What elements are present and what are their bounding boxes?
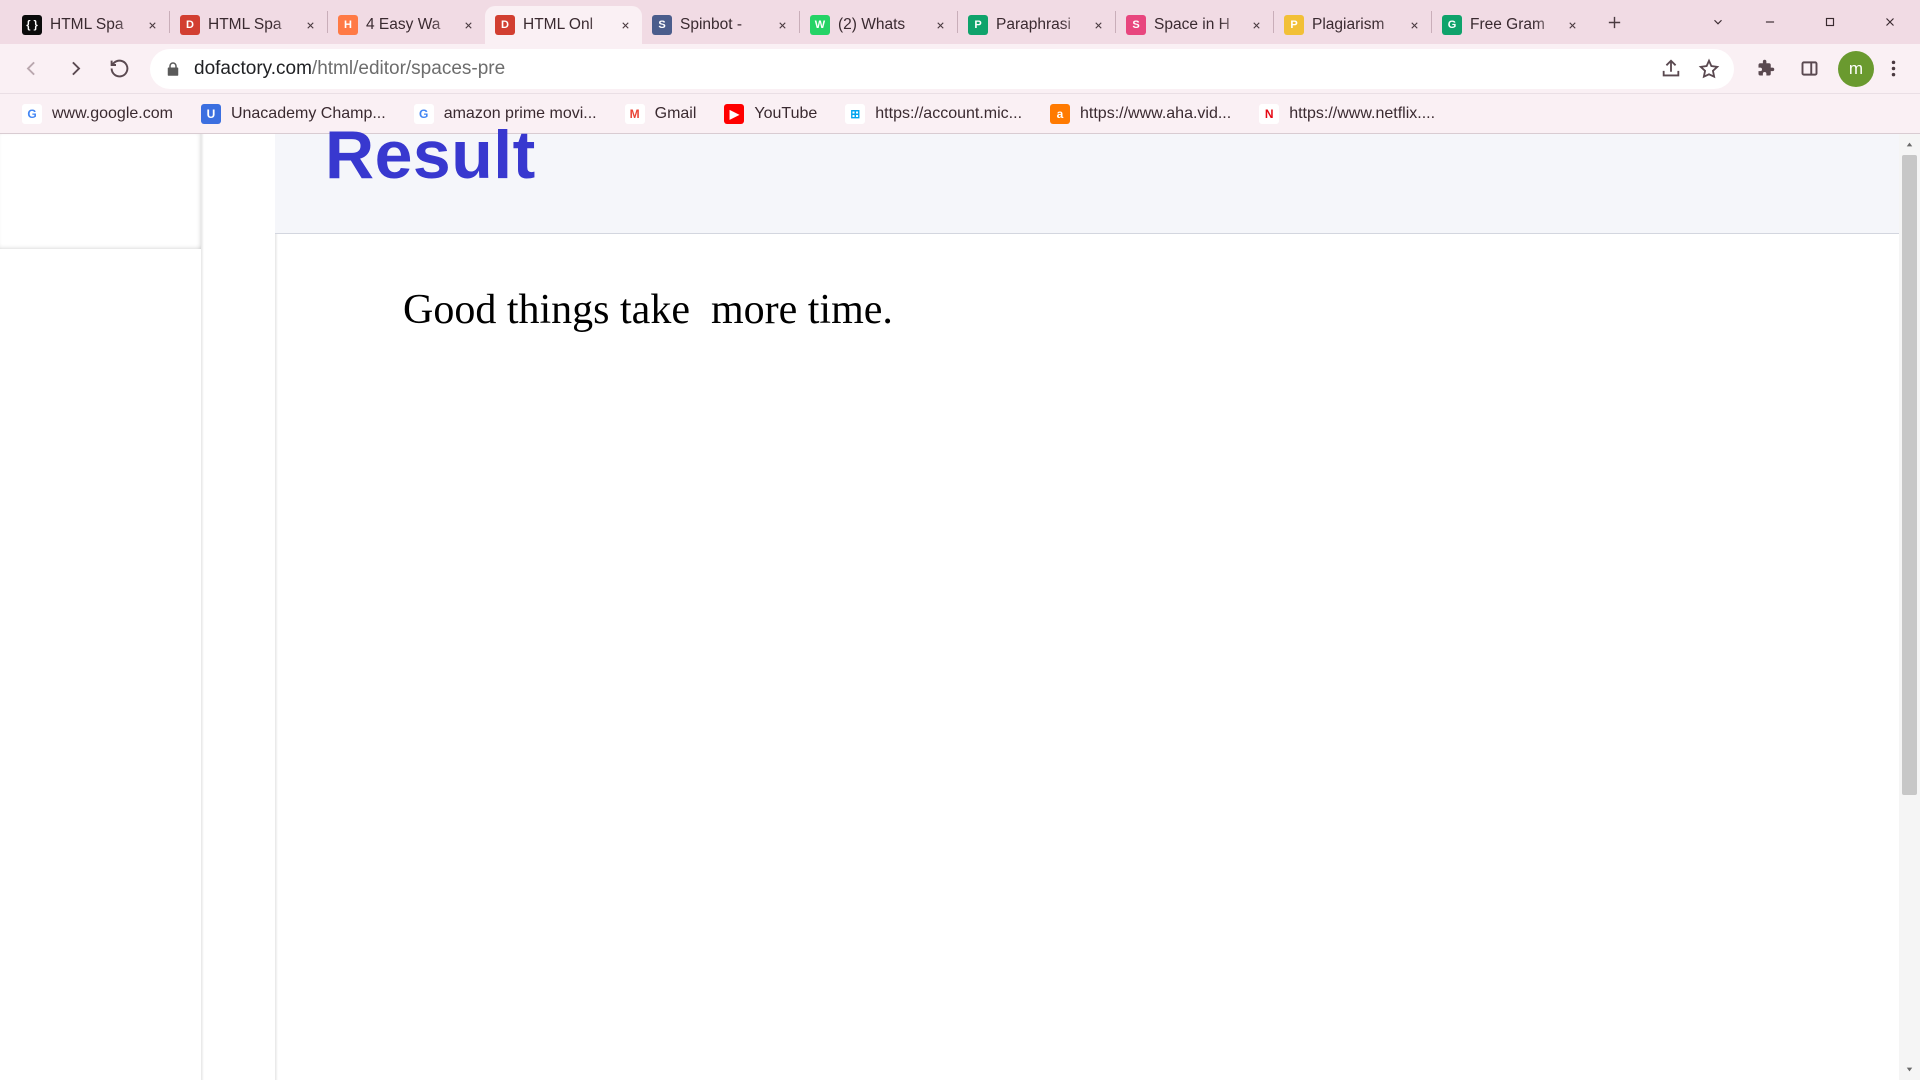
tab-close-button[interactable] <box>931 16 949 34</box>
bookmark-label: https://www.aha.vid... <box>1080 105 1231 123</box>
address-bar[interactable]: dofactory.com/html/editor/spaces-pre <box>150 49 1734 89</box>
tab-title: Paraphrasi <box>996 16 1089 34</box>
bookmarks-bar: Gwww.google.comUUnacademy Champ...Gamazo… <box>0 94 1920 134</box>
new-tab-button[interactable] <box>1597 5 1631 39</box>
tab-close-button[interactable] <box>143 16 161 34</box>
extensions-button[interactable] <box>1744 48 1786 90</box>
bookmark-favicon: G <box>22 104 42 124</box>
tab-title: HTML Spa <box>50 16 143 34</box>
bookmark-favicon: U <box>201 104 221 124</box>
tab-favicon: H <box>338 15 358 35</box>
browser-tab[interactable]: G Free Gram <box>1432 6 1589 44</box>
bookmark-item[interactable]: ⊞ https://account.mic... <box>833 97 1034 131</box>
editor-collapsed-panel <box>0 134 201 249</box>
bookmark-favicon: ⊞ <box>845 104 865 124</box>
tab-close-button[interactable] <box>1089 16 1107 34</box>
tab-strip: { } HTML Spa D HTML Spa H 4 Easy Wa D HTML Onl S… <box>0 0 1920 44</box>
tab-favicon: { } <box>22 15 42 35</box>
tab-favicon: W <box>810 15 830 35</box>
chrome-menu-button[interactable] <box>1876 48 1910 90</box>
bookmark-favicon: M <box>625 104 645 124</box>
window-minimize-button[interactable] <box>1740 0 1800 44</box>
vertical-scrollbar[interactable] <box>1899 134 1920 1080</box>
tab-title: Free Gram <box>1470 16 1563 34</box>
browser-tab[interactable]: D HTML Onl <box>485 6 642 44</box>
bookmark-star-icon[interactable] <box>1698 58 1720 80</box>
url-text: dofactory.com/html/editor/spaces-pre <box>194 58 1644 80</box>
share-icon[interactable] <box>1660 58 1682 80</box>
browser-tab[interactable]: { } HTML Spa <box>12 6 169 44</box>
tab-title: HTML Onl <box>523 16 616 34</box>
avatar-initial: m <box>1849 59 1863 79</box>
tab-close-button[interactable] <box>773 16 791 34</box>
bookmark-favicon: a <box>1050 104 1070 124</box>
tab-favicon: P <box>1284 15 1304 35</box>
bookmark-item[interactable]: Nhttps://www.netflix.... <box>1247 97 1447 131</box>
bookmark-item[interactable]: a https://www.aha.vid... <box>1038 97 1243 131</box>
bookmark-favicon: ▶ <box>724 104 744 124</box>
bookmark-item[interactable]: Gwww.google.com <box>10 97 185 131</box>
page-viewport: Result Good things take more time. <box>0 134 1920 1080</box>
tab-close-button[interactable] <box>301 16 319 34</box>
tab-title: (2) Whats <box>838 16 931 34</box>
browser-tab[interactable]: D HTML Spa <box>170 6 327 44</box>
tab-close-button[interactable] <box>1563 16 1581 34</box>
tab-close-button[interactable] <box>1247 16 1265 34</box>
tab-title: Spinbot - <box>680 16 773 34</box>
tab-favicon: P <box>968 15 988 35</box>
bookmark-label: YouTube <box>754 105 817 123</box>
toolbar: dofactory.com/html/editor/spaces-pre m <box>0 44 1920 94</box>
tab-title: HTML Spa <box>208 16 301 34</box>
tab-favicon: D <box>180 15 200 35</box>
tab-favicon: D <box>495 15 515 35</box>
window-maximize-button[interactable] <box>1800 0 1860 44</box>
browser-tab[interactable]: S Spinbot - <box>642 6 799 44</box>
back-button[interactable] <box>10 48 52 90</box>
tab-close-button[interactable] <box>459 16 477 34</box>
browser-tab[interactable]: S Space in H <box>1116 6 1273 44</box>
bookmark-item[interactable]: ▶ YouTube <box>712 97 829 131</box>
window-close-button[interactable] <box>1860 0 1920 44</box>
result-output-text: Good things take more time. <box>275 234 1902 334</box>
reload-button[interactable] <box>98 48 140 90</box>
tab-favicon: S <box>652 15 672 35</box>
browser-tab[interactable]: W (2) Whats <box>800 6 957 44</box>
tab-close-button[interactable] <box>1405 16 1423 34</box>
scroll-down-arrow-icon[interactable] <box>1899 1059 1920 1080</box>
tab-favicon: S <box>1126 15 1146 35</box>
bookmark-label: https://account.mic... <box>875 105 1022 123</box>
browser-tab[interactable]: P Plagiarism <box>1274 6 1431 44</box>
browser-tab[interactable]: H 4 Easy Wa <box>328 6 485 44</box>
bookmark-favicon: N <box>1259 104 1279 124</box>
tab-title: Space in H <box>1154 16 1247 34</box>
result-heading: Result <box>325 128 536 182</box>
bookmark-item[interactable]: M Gmail <box>613 97 709 131</box>
tab-title: Plagiarism <box>1312 16 1405 34</box>
tab-close-button[interactable] <box>616 16 634 34</box>
bookmark-label: https://www.netflix.... <box>1289 105 1435 123</box>
side-panel-button[interactable] <box>1788 48 1830 90</box>
tab-search-dropdown-icon[interactable] <box>1696 0 1740 44</box>
forward-button[interactable] <box>54 48 96 90</box>
bookmark-label: Gmail <box>655 105 697 123</box>
browser-tab[interactable]: P Paraphrasi <box>958 6 1115 44</box>
scroll-up-arrow-icon[interactable] <box>1899 134 1920 155</box>
tab-favicon: G <box>1442 15 1462 35</box>
scrollbar-thumb[interactable] <box>1902 155 1917 795</box>
profile-avatar[interactable]: m <box>1838 51 1874 87</box>
result-panel: Result Good things take more time. <box>275 134 1902 1080</box>
result-header: Result <box>275 134 1902 234</box>
tab-title: 4 Easy Wa <box>366 16 459 34</box>
lock-icon <box>164 60 182 78</box>
bookmark-label: www.google.com <box>52 105 173 123</box>
